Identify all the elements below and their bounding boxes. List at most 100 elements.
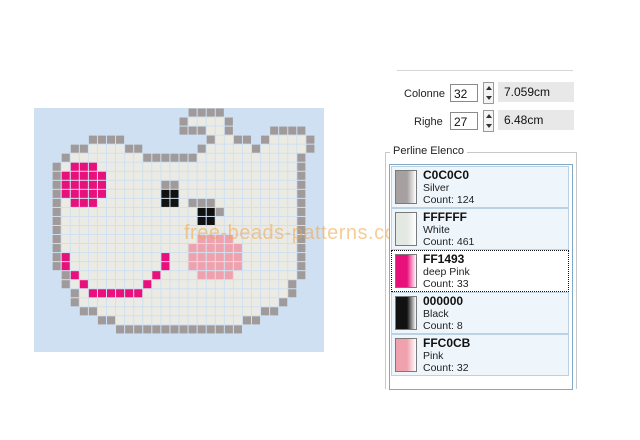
bead-silver bbox=[242, 316, 251, 325]
bead-white bbox=[270, 144, 279, 153]
bead-white bbox=[206, 126, 215, 135]
bead-white bbox=[88, 298, 97, 307]
bead-silver bbox=[215, 108, 224, 117]
bead-white bbox=[224, 162, 233, 171]
bead-silver bbox=[297, 216, 306, 225]
bead-white bbox=[242, 271, 251, 280]
bead-white bbox=[70, 262, 79, 271]
color-list-item-selected[interactable]: FF1493 deep Pink Count: 33 bbox=[391, 250, 569, 292]
bead-deep-pink bbox=[88, 198, 97, 207]
color-list-item[interactable]: FFFFFF White Count: 461 bbox=[391, 208, 569, 250]
spin-down-icon[interactable] bbox=[486, 96, 492, 100]
bead-white bbox=[242, 298, 251, 307]
bead-silver bbox=[279, 126, 288, 135]
bead-white bbox=[116, 307, 125, 316]
bead-white bbox=[215, 216, 224, 225]
bead-white bbox=[79, 153, 88, 162]
bead-white bbox=[288, 180, 297, 189]
bead-deep-pink bbox=[134, 289, 143, 298]
bead-white bbox=[233, 144, 242, 153]
bead-white bbox=[270, 225, 279, 235]
bead-white bbox=[215, 162, 224, 171]
bead-white bbox=[107, 216, 116, 225]
bead-white bbox=[179, 244, 188, 253]
bead-white bbox=[288, 262, 297, 271]
bead-white bbox=[279, 289, 288, 298]
color-list-item[interactable]: FFC0CB Pink Count: 32 bbox=[391, 334, 569, 376]
bead-silver bbox=[70, 144, 79, 153]
bead-white bbox=[88, 253, 97, 262]
rows-spinner[interactable] bbox=[483, 110, 494, 132]
bead-white bbox=[134, 307, 143, 316]
bead-silver bbox=[261, 135, 270, 144]
bead-white bbox=[261, 207, 270, 216]
bead-white bbox=[206, 180, 215, 189]
bead-deep-pink bbox=[61, 253, 70, 262]
bead-pink bbox=[188, 253, 197, 262]
columns-spinner[interactable] bbox=[483, 82, 494, 104]
bead-white bbox=[270, 216, 279, 225]
bead-pink bbox=[224, 262, 233, 271]
bead-deep-pink bbox=[88, 162, 97, 171]
bead-white bbox=[188, 307, 197, 316]
bead-white bbox=[79, 262, 88, 271]
bead-deep-pink bbox=[97, 189, 106, 198]
bead-white bbox=[215, 189, 224, 198]
rows-input[interactable]: 27 bbox=[450, 112, 478, 130]
columns-label: Colonne bbox=[404, 88, 445, 100]
rows-height-readout: 6.48cm bbox=[498, 110, 574, 130]
bead-white bbox=[152, 162, 161, 171]
bead-silver bbox=[170, 153, 179, 162]
bead-white bbox=[97, 235, 106, 244]
bead-white bbox=[261, 289, 270, 298]
bead-silver bbox=[107, 316, 116, 325]
bead-white bbox=[288, 162, 297, 171]
color-code: 000000 bbox=[423, 294, 464, 308]
bead-pink bbox=[224, 253, 233, 262]
bead-white bbox=[188, 162, 197, 171]
bead-silver bbox=[188, 325, 197, 334]
bead-white bbox=[161, 289, 170, 298]
bead-silver bbox=[61, 271, 70, 280]
bead-white bbox=[125, 153, 134, 162]
bead-white bbox=[143, 298, 152, 307]
spin-up-icon[interactable] bbox=[486, 86, 492, 90]
bead-white bbox=[270, 262, 279, 271]
bead-white bbox=[270, 189, 279, 198]
bead-white bbox=[116, 298, 125, 307]
bead-white bbox=[88, 280, 97, 289]
bead-white bbox=[79, 298, 88, 307]
bead-white bbox=[97, 244, 106, 253]
color-swatch bbox=[395, 170, 417, 204]
bead-white bbox=[116, 216, 125, 225]
bead-color-list[interactable]: C0C0C0 Silver Count: 124 FFFFFF White Co… bbox=[389, 164, 573, 390]
bead-silver bbox=[297, 244, 306, 253]
columns-input[interactable]: 32 bbox=[450, 84, 478, 102]
spin-up-icon[interactable] bbox=[486, 114, 492, 118]
bead-white bbox=[188, 180, 197, 189]
bead-pink bbox=[224, 271, 233, 280]
bead-white bbox=[134, 189, 143, 198]
bead-white bbox=[197, 289, 206, 298]
color-swatch bbox=[395, 212, 417, 246]
bead-white bbox=[279, 198, 288, 207]
bead-silver bbox=[188, 108, 197, 117]
bead-white bbox=[297, 144, 306, 153]
bead-white bbox=[270, 271, 279, 280]
bead-white bbox=[61, 207, 70, 216]
bead-silver bbox=[206, 325, 215, 334]
bead-white bbox=[134, 180, 143, 189]
spin-down-icon[interactable] bbox=[486, 124, 492, 128]
bead-white bbox=[88, 235, 97, 244]
bead-white bbox=[79, 253, 88, 262]
bead-white bbox=[97, 216, 106, 225]
bead-list-title: Perline Elenco bbox=[390, 145, 467, 157]
color-list-item[interactable]: C0C0C0 Silver Count: 124 bbox=[391, 166, 569, 208]
bead-white bbox=[206, 117, 215, 126]
bead-white bbox=[179, 180, 188, 189]
bead-white bbox=[261, 271, 270, 280]
bead-white bbox=[152, 171, 161, 180]
color-list-item[interactable]: 000000 Black Count: 8 bbox=[391, 292, 569, 334]
bead-silver bbox=[52, 225, 61, 235]
bead-white bbox=[197, 307, 206, 316]
